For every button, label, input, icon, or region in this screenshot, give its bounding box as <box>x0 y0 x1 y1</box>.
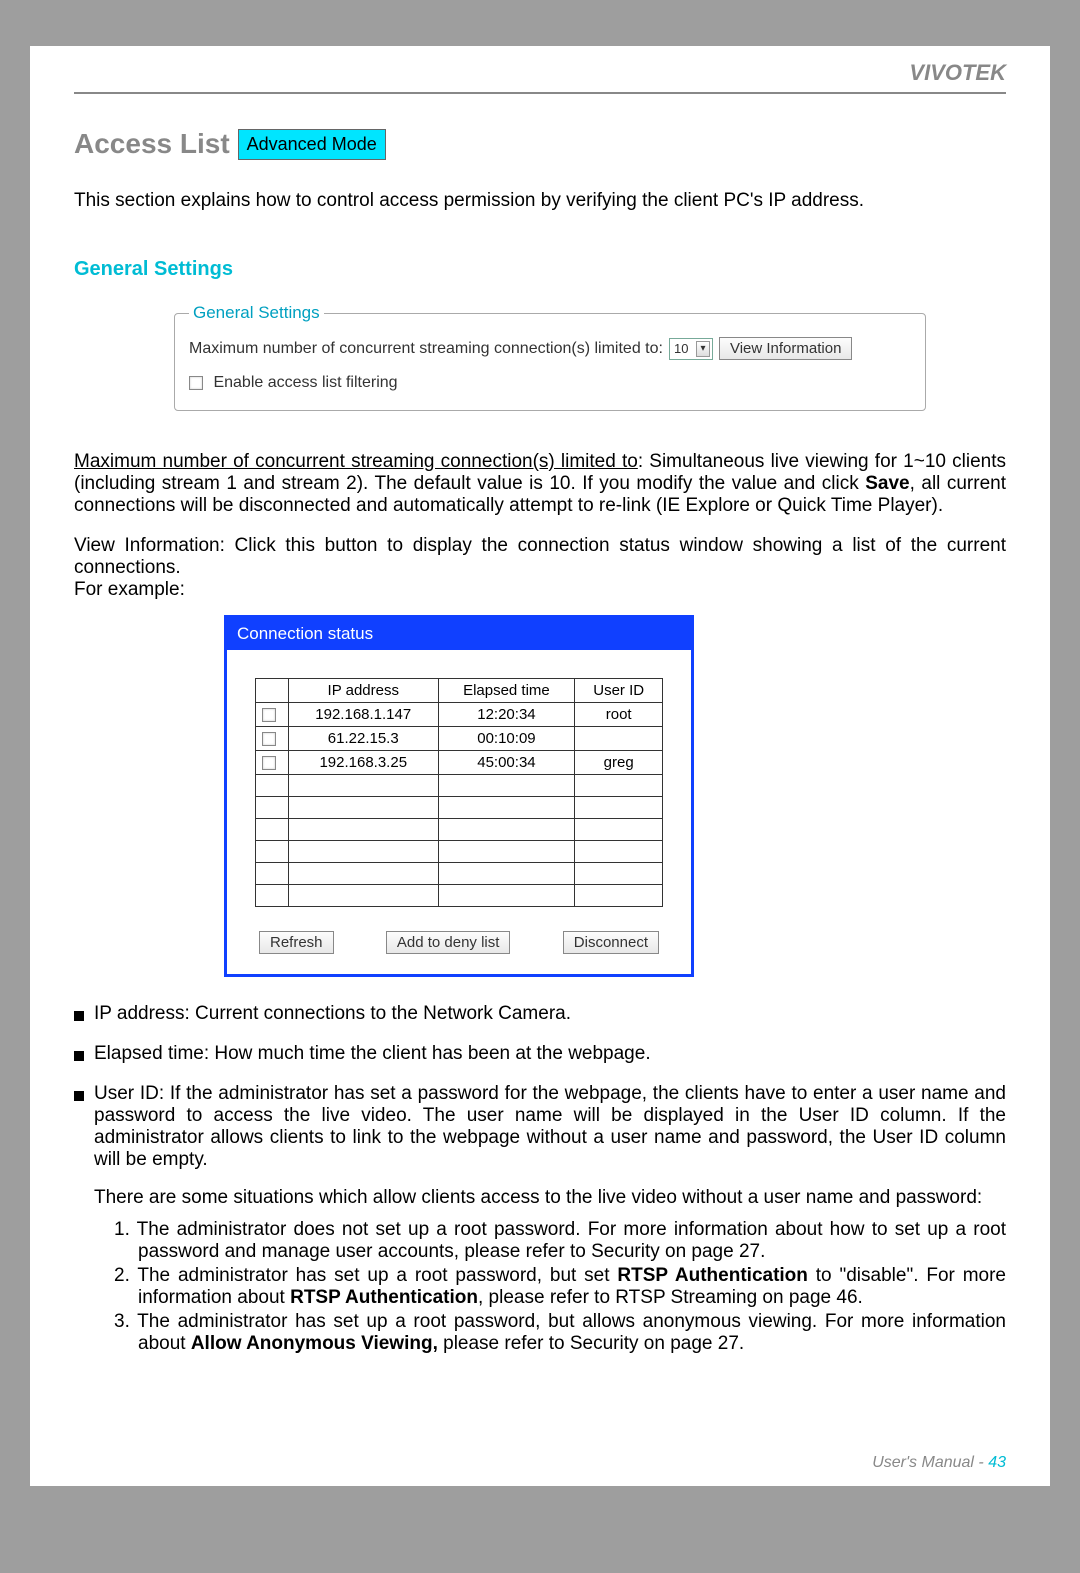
viewinfo-lead: View Information <box>74 535 220 556</box>
cell-time: 45:00:34 <box>438 751 575 775</box>
row-checkbox[interactable] <box>262 756 276 770</box>
cell-time: 00:10:09 <box>438 727 575 751</box>
list-item: Elapsed time: How much time the client h… <box>74 1043 1006 1065</box>
table-row: 61.22.15.3 00:10:09 <box>256 727 663 751</box>
refresh-button[interactable]: Refresh <box>259 931 334 954</box>
maxconn-save: Save <box>865 473 909 494</box>
page-content: Access List Advanced Mode This section e… <box>74 94 1006 1357</box>
disconnect-button[interactable]: Disconnect <box>563 931 659 954</box>
connection-status-panel: Connection status IP address Elapsed tim… <box>224 615 694 977</box>
title-row: Access List Advanced Mode <box>74 128 1006 160</box>
list-item: IP address: Current connections to the N… <box>74 1003 1006 1025</box>
enable-filter-checkbox[interactable] <box>189 376 203 390</box>
row-checkbox[interactable] <box>262 708 276 722</box>
general-settings-fieldset: General Settings Maximum number of concu… <box>174 303 926 411</box>
table-row <box>256 775 663 797</box>
general-settings-panel: General Settings Maximum number of concu… <box>174 303 926 411</box>
chevron-down-icon: ▾ <box>696 341 710 357</box>
paragraph-max-connections: Maximum number of concurrent streaming c… <box>74 451 1006 517</box>
table-row <box>256 885 663 907</box>
cell-user: greg <box>575 751 663 775</box>
cell-user: root <box>575 703 663 727</box>
select-value: 10 <box>674 341 688 356</box>
page-footer: User's Manual - 43 <box>872 1454 1006 1472</box>
list-item: User ID: If the administrator has set a … <box>74 1083 1006 1357</box>
numbered-item: 1. The administrator does not set up a r… <box>114 1219 1006 1263</box>
max-connections-row: Maximum number of concurrent streaming c… <box>189 337 911 360</box>
numbered-item: 3. The administrator has set up a root p… <box>114 1311 1006 1355</box>
enable-filter-label: Enable access list filtering <box>213 374 397 391</box>
section-heading: General Settings <box>74 258 1006 281</box>
add-to-deny-button[interactable]: Add to deny list <box>386 931 511 954</box>
col-ip: IP address <box>289 679 439 703</box>
table-row: 192.168.1.147 12:20:34 root <box>256 703 663 727</box>
col-checkbox <box>256 679 289 703</box>
bullet-elapsed: Elapsed time: How much time the client h… <box>94 1043 651 1065</box>
numbered-item: 2. The administrator has set up a root p… <box>114 1265 1006 1309</box>
view-information-button[interactable]: View Information <box>719 337 852 360</box>
table-row <box>256 819 663 841</box>
table-row <box>256 797 663 819</box>
situations-intro: There are some situations which allow cl… <box>94 1187 1006 1209</box>
square-bullet-icon <box>74 1091 84 1101</box>
document-page: VIVOTEK Access List Advanced Mode This s… <box>30 46 1050 1486</box>
connection-status-body: IP address Elapsed time User ID 192.168.… <box>227 650 691 974</box>
max-connections-label: Maximum number of concurrent streaming c… <box>189 340 663 358</box>
bullet-userid-block: User ID: If the administrator has set a … <box>94 1083 1006 1357</box>
bullet-ip: IP address: Current connections to the N… <box>94 1003 571 1025</box>
maxconn-lead: Maximum number of concurrent streaming c… <box>74 451 638 472</box>
mode-badge: Advanced Mode <box>238 129 386 160</box>
square-bullet-icon <box>74 1051 84 1061</box>
bullet-userid: User ID: If the administrator has set a … <box>94 1083 1006 1170</box>
table-row <box>256 863 663 885</box>
cell-ip: 192.168.1.147 <box>289 703 439 727</box>
intro-text: This section explains how to control acc… <box>74 190 1006 212</box>
square-bullet-icon <box>74 1011 84 1021</box>
page-header: VIVOTEK <box>74 46 1006 94</box>
max-connections-select[interactable]: 10 ▾ <box>669 338 713 360</box>
table-header-row: IP address Elapsed time User ID <box>256 679 663 703</box>
cell-ip: 192.168.3.25 <box>289 751 439 775</box>
brand-label: VIVOTEK <box>909 60 1006 85</box>
numbered-list: 1. The administrator does not set up a r… <box>94 1219 1006 1355</box>
paragraph-view-information: View Information: Click this button to d… <box>74 535 1006 601</box>
connection-buttons: Refresh Add to deny list Disconnect <box>255 931 663 954</box>
page-title: Access List <box>74 128 230 160</box>
row-checkbox[interactable] <box>262 732 276 746</box>
cell-time: 12:20:34 <box>438 703 575 727</box>
table-row <box>256 841 663 863</box>
cell-ip: 61.22.15.3 <box>289 727 439 751</box>
table-row: 192.168.3.25 45:00:34 greg <box>256 751 663 775</box>
enable-filter-row: Enable access list filtering <box>189 374 911 392</box>
bullet-list: IP address: Current connections to the N… <box>74 1003 1006 1357</box>
connection-table: IP address Elapsed time User ID 192.168.… <box>255 678 663 907</box>
fieldset-legend: General Settings <box>189 303 324 323</box>
footer-label: User's Manual - <box>872 1454 988 1471</box>
connection-status-title: Connection status <box>227 618 691 650</box>
cell-user <box>575 727 663 751</box>
page-number: 43 <box>988 1454 1006 1471</box>
col-elapsed: Elapsed time <box>438 679 575 703</box>
col-userid: User ID <box>575 679 663 703</box>
viewinfo-example: For example: <box>74 579 185 600</box>
